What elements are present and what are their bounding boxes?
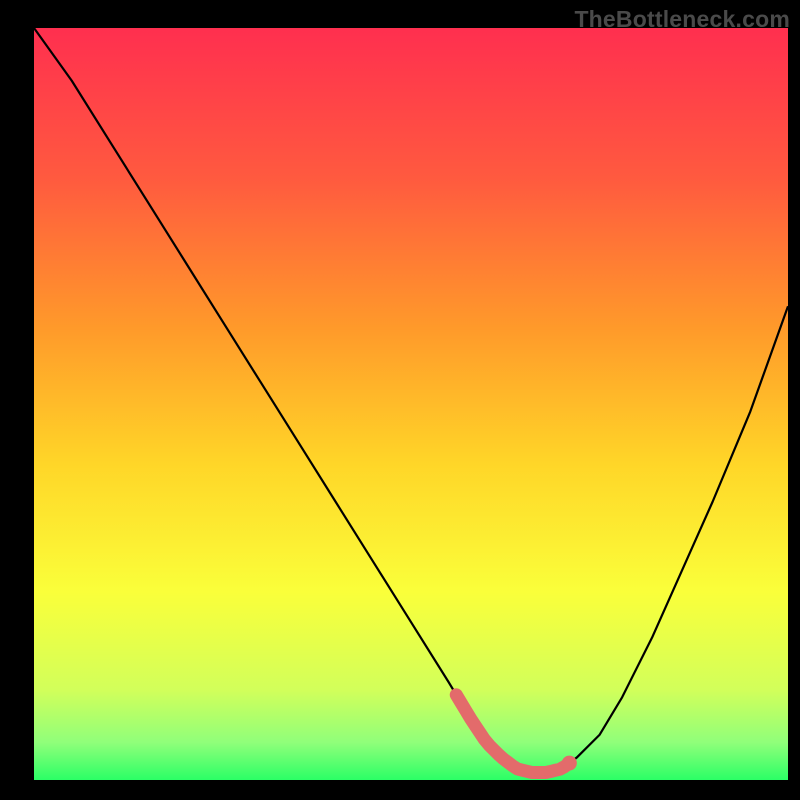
optimal-point-dot [562,756,577,771]
gradient-background [34,28,788,780]
watermark-text: TheBottleneck.com [574,6,790,33]
bottleneck-curve-chart [0,0,800,800]
chart-frame: TheBottleneck.com [0,0,800,800]
